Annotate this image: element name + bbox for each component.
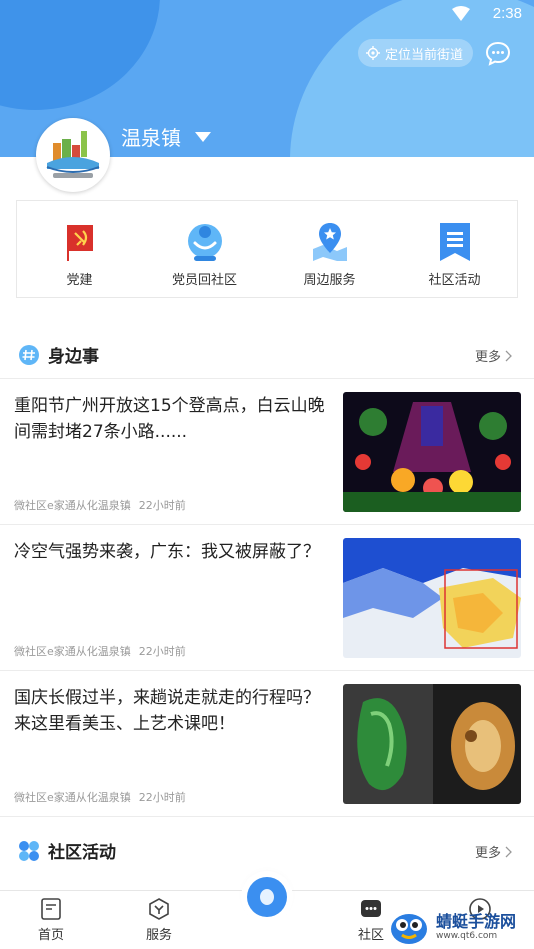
site-watermark: 蜻蜓手游网 www.qt6.com <box>386 905 534 949</box>
quick-action-community-activity[interactable]: 社区活动 <box>392 201 517 297</box>
caret-down-icon <box>195 131 211 142</box>
news-time: 22小时前 <box>138 645 186 658</box>
news-thumbnail-jade <box>343 684 521 804</box>
nav-community[interactable]: 社区 <box>358 897 384 943</box>
locate-icon <box>366 46 380 60</box>
locate-street-button[interactable]: 定位当前街道 <box>358 39 474 67</box>
activity-bookmark-icon <box>439 223 470 261</box>
town-logo-avatar[interactable] <box>36 118 110 192</box>
section-title-nearby: 身边事 <box>18 342 99 367</box>
nav-label: 首页 <box>38 928 65 943</box>
wifi-icon <box>452 6 470 21</box>
news-source: 微社区e家通从化温泉镇 <box>14 791 131 804</box>
news-meta: 微社区e家通从化温泉镇 22小时前 <box>14 643 186 659</box>
locate-street-label: 定位当前街道 <box>385 47 464 63</box>
more-link-activities[interactable]: 更多 <box>475 842 512 861</box>
news-title: 国庆长假过半，来趟说走就走的行程吗？来这里看美玉、上艺术课吧！ <box>14 688 320 734</box>
center-action-button[interactable] <box>247 877 287 917</box>
news-title: 重阳节广州开放这15个登高点，白云山晚间需封堵27条小路...... <box>14 396 325 442</box>
section-title-text: 社区活动 <box>48 843 116 863</box>
quick-action-party[interactable]: 党建 <box>17 201 142 297</box>
news-source: 微社区e家通从化温泉镇 <box>14 645 131 658</box>
news-time: 22小时前 <box>138 791 186 804</box>
more-label: 更多 <box>474 350 501 365</box>
chevron-right-icon <box>505 846 512 857</box>
dragonfly-logo-icon <box>391 914 427 944</box>
hash-icon <box>19 344 39 365</box>
news-time: 22小时前 <box>138 499 186 512</box>
news-thumbnail-weather-map <box>343 538 521 658</box>
community-chat-icon <box>361 900 381 917</box>
grid-clover-icon <box>19 840 39 861</box>
status-bar: 2:38 <box>0 0 534 30</box>
service-icon <box>149 898 169 920</box>
nav-home[interactable]: 首页 <box>38 897 64 943</box>
center-action-icon <box>260 889 274 905</box>
status-time: 2:38 <box>492 5 522 22</box>
quick-actions-card: 党建 党员回社区 周边服务 社区活动 <box>16 200 518 298</box>
quick-action-member-return[interactable]: 党员回社区 <box>142 201 267 297</box>
town-name: 温泉镇 <box>121 126 181 150</box>
map-pin-star-icon <box>312 223 347 261</box>
section-title-text: 身边事 <box>48 347 99 367</box>
member-return-icon <box>187 224 222 261</box>
nav-service[interactable]: 服务 <box>146 897 172 943</box>
quick-action-nearby-service[interactable]: 周边服务 <box>267 201 392 297</box>
nav-label: 服务 <box>146 928 173 943</box>
news-title: 冷空气强势来袭，广东：我又被屏蔽了？ <box>14 542 320 562</box>
more-link-nearby[interactable]: 更多 <box>475 346 512 365</box>
chevron-right-icon <box>505 350 512 361</box>
news-item[interactable]: 国庆长假过半，来趟说走就走的行程吗？来这里看美玉、上艺术课吧！ 微社区e家通从化… <box>0 670 534 816</box>
news-meta: 微社区e家通从化温泉镇 22小时前 <box>14 497 186 513</box>
quick-action-label: 党员回社区 <box>171 273 237 288</box>
party-flag-icon <box>66 225 93 261</box>
news-meta: 微社区e家通从化温泉镇 22小时前 <box>14 789 186 805</box>
quick-action-label: 社区活动 <box>428 273 481 288</box>
town-selector[interactable]: 温泉镇 <box>121 122 211 151</box>
news-item[interactable]: 重阳节广州开放这15个登高点，白云山晚间需封堵27条小路...... 微社区e家… <box>0 378 534 524</box>
more-label: 更多 <box>474 846 501 861</box>
home-doc-icon <box>41 898 61 920</box>
quick-action-label: 周边服务 <box>303 273 356 288</box>
news-thumbnail-lantern-festival <box>343 392 521 512</box>
watermark-url: www.qt6.com <box>436 931 498 941</box>
news-item[interactable]: 冷空气强势来袭，广东：我又被屏蔽了？ 微社区e家通从化温泉镇 22小时前 <box>0 524 534 670</box>
nav-label: 社区 <box>358 928 385 943</box>
chat-icon[interactable] <box>484 40 512 68</box>
section-title-activities: 社区活动 <box>18 838 116 863</box>
section-divider <box>0 816 534 817</box>
watermark-name: 蜻蜓手游网 <box>436 912 517 931</box>
quick-action-label: 党建 <box>66 273 93 288</box>
news-source: 微社区e家通从化温泉镇 <box>14 499 131 512</box>
town-logo-image <box>39 121 107 189</box>
